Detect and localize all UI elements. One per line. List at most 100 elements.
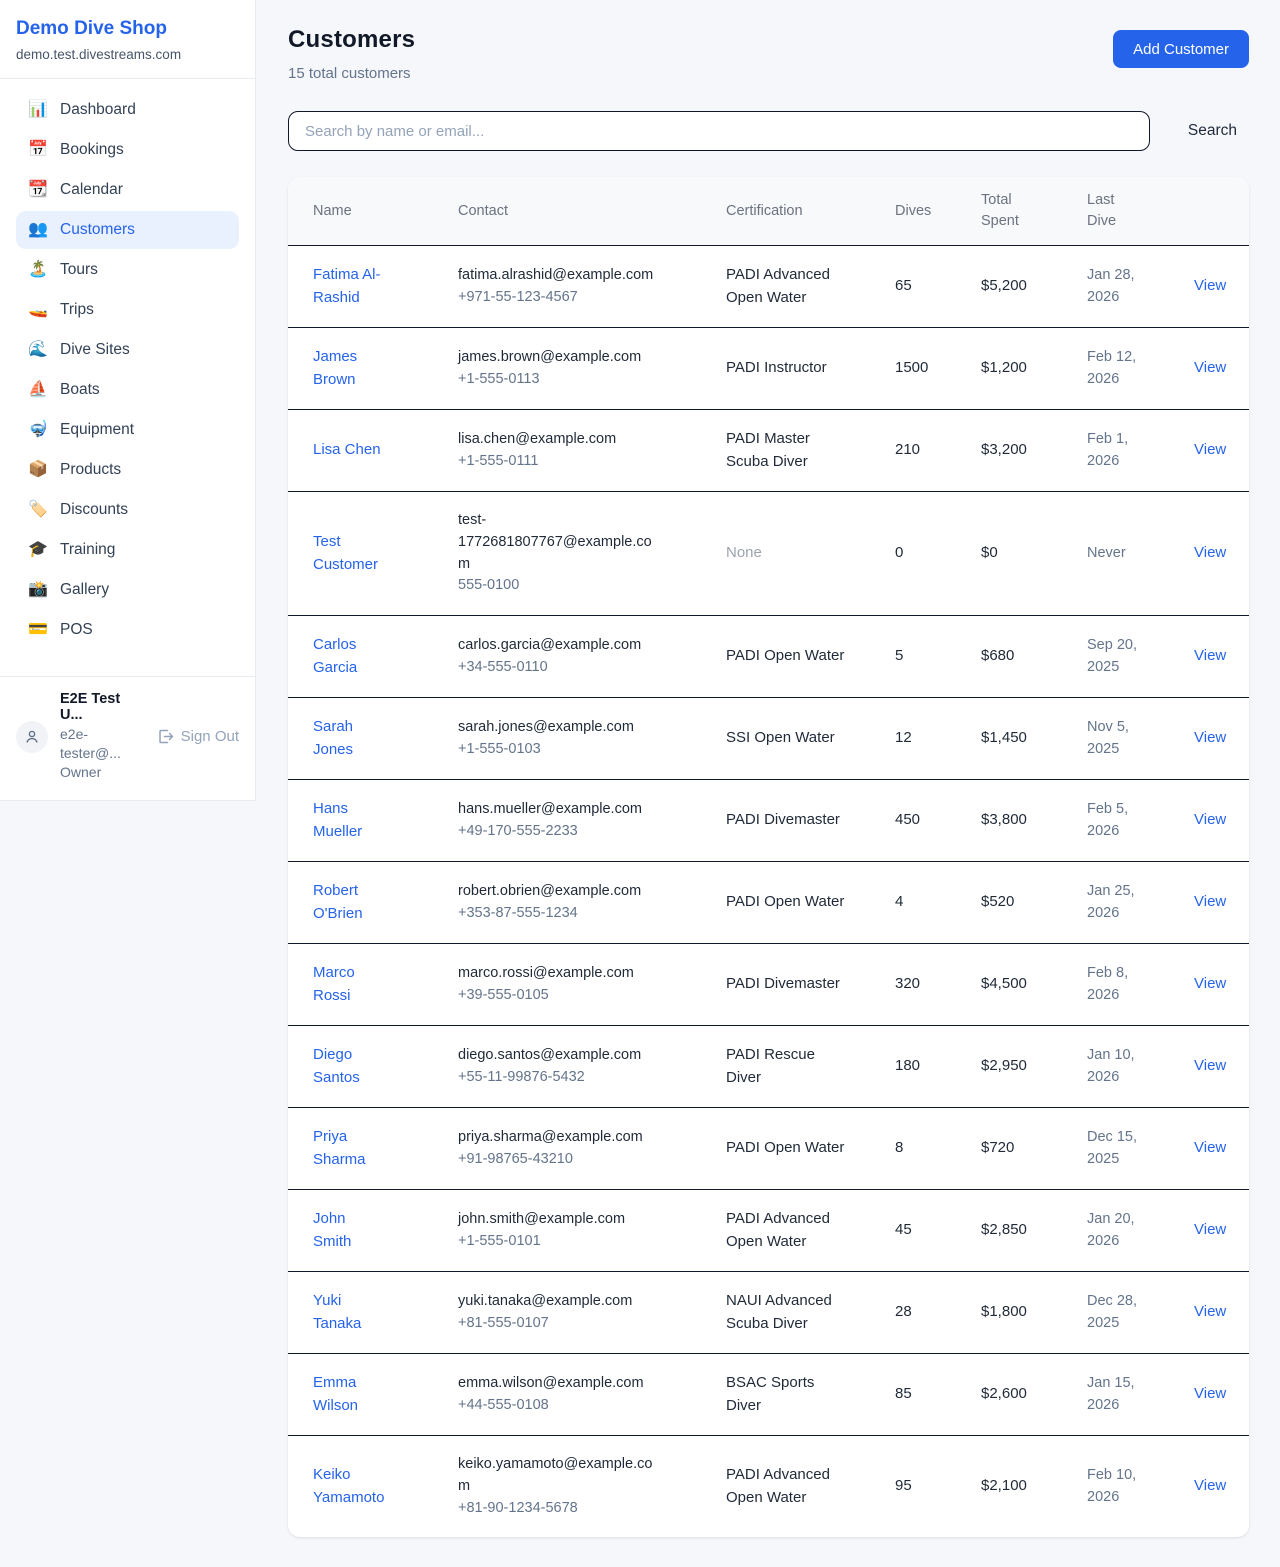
customer-certification: PADI Advanced Open Water xyxy=(726,1210,830,1250)
camera-icon: 📸 xyxy=(28,582,48,598)
col-header-contact: Contact xyxy=(433,177,701,246)
sidebar-item-trips[interactable]: 🚤 Trips xyxy=(16,291,239,329)
customer-email: diego.santos@example.com xyxy=(458,1045,656,1067)
customer-name-link[interactable]: Priya Sharma xyxy=(313,1128,366,1168)
customer-dives: 210 xyxy=(870,410,956,492)
customer-certification: None xyxy=(726,544,762,561)
table-body: Fatima Al-Rashid fatima.alrashid@example… xyxy=(288,246,1249,1538)
tag-icon: 🏷️ xyxy=(28,502,48,518)
customer-last-dive: Dec 28, 2025 xyxy=(1062,1272,1169,1354)
sidebar-item-gallery[interactable]: 📸 Gallery xyxy=(16,571,239,609)
customer-phone: +81-555-0107 xyxy=(458,1313,656,1335)
customer-last-dive: Jan 20, 2026 xyxy=(1062,1190,1169,1272)
view-customer-link[interactable]: View xyxy=(1194,811,1226,828)
sidebar-item-dashboard[interactable]: 📊 Dashboard xyxy=(16,91,239,129)
main-content: Customers 15 total customers Add Custome… xyxy=(256,0,1280,1567)
customer-name-link[interactable]: Sarah Jones xyxy=(313,718,353,758)
sidebar-item-products[interactable]: 📦 Products xyxy=(16,451,239,489)
sidebar-item-pos[interactable]: 💳 POS xyxy=(16,611,239,649)
add-customer-button[interactable]: Add Customer xyxy=(1113,30,1249,68)
customer-name-link[interactable]: James Brown xyxy=(313,348,357,388)
view-customer-link[interactable]: View xyxy=(1194,441,1226,458)
page-header: Customers 15 total customers Add Custome… xyxy=(288,26,1249,82)
sign-out-button[interactable]: Sign Out xyxy=(157,728,239,745)
view-customer-link[interactable]: View xyxy=(1194,1385,1226,1402)
customer-certification: PADI Open Water xyxy=(726,893,844,910)
view-customer-link[interactable]: View xyxy=(1194,1303,1226,1320)
customer-name-link[interactable]: Keiko Yamamoto xyxy=(313,1466,384,1506)
customer-name-link[interactable]: Yuki Tanaka xyxy=(313,1292,361,1332)
customer-name-link[interactable]: Lisa Chen xyxy=(313,441,381,458)
customer-total-spent: $2,600 xyxy=(956,1354,1062,1436)
customer-name-link[interactable]: John Smith xyxy=(313,1210,351,1250)
sidebar-item-dive-sites[interactable]: 🌊 Dive Sites xyxy=(16,331,239,369)
view-customer-link[interactable]: View xyxy=(1194,1057,1226,1074)
customer-dives: 0 xyxy=(870,492,956,616)
customer-dives: 45 xyxy=(870,1190,956,1272)
customer-phone: +1-555-0113 xyxy=(458,369,656,391)
view-customer-link[interactable]: View xyxy=(1194,277,1226,294)
view-customer-link[interactable]: View xyxy=(1194,647,1226,664)
col-header-certification: Certification xyxy=(701,177,870,246)
sidebar-item-customers[interactable]: 👥 Customers xyxy=(16,211,239,249)
customer-row: Yuki Tanaka yuki.tanaka@example.com +81-… xyxy=(288,1272,1249,1354)
customer-name-link[interactable]: Carlos Garcia xyxy=(313,636,357,676)
customer-name-link[interactable]: Robert O'Brien xyxy=(313,882,363,922)
sidebar-item-discounts[interactable]: 🏷️ Discounts xyxy=(16,491,239,529)
page-title-block: Customers 15 total customers xyxy=(288,26,415,82)
sign-out-icon xyxy=(157,728,174,745)
sidebar-item-bookings[interactable]: 📅 Bookings xyxy=(16,131,239,169)
customer-name-link[interactable]: Hans Mueller xyxy=(313,800,362,840)
people-icon: 👥 xyxy=(28,222,48,238)
view-customer-link[interactable]: View xyxy=(1194,544,1226,561)
customer-last-dive: Feb 1, 2026 xyxy=(1062,410,1169,492)
customer-email: carlos.garcia@example.com xyxy=(458,635,656,657)
sidebar-item-tours[interactable]: 🏝️ Tours xyxy=(16,251,239,289)
view-customer-link[interactable]: View xyxy=(1194,359,1226,376)
customer-row: Hans Mueller hans.mueller@example.com +4… xyxy=(288,780,1249,862)
customer-name-link[interactable]: Test Customer xyxy=(313,533,378,573)
customer-email: hans.mueller@example.com xyxy=(458,799,656,821)
col-header-total-spent: Total Spent xyxy=(956,177,1062,246)
customer-last-dive: Feb 12, 2026 xyxy=(1062,328,1169,410)
customer-last-dive: Feb 10, 2026 xyxy=(1062,1436,1169,1538)
customer-last-dive: Sep 20, 2025 xyxy=(1062,616,1169,698)
search-button[interactable]: Search xyxy=(1176,122,1249,140)
search-input[interactable] xyxy=(288,111,1150,151)
tearoff-calendar-icon: 📆 xyxy=(28,182,48,198)
sidebar-item-calendar[interactable]: 📆 Calendar xyxy=(16,171,239,209)
sidebar-item-equipment[interactable]: 🤿 Equipment xyxy=(16,411,239,449)
user-role: Owner xyxy=(60,763,145,782)
customer-certification: PADI Master Scuba Diver xyxy=(726,430,810,470)
sidebar-item-training[interactable]: 🎓 Training xyxy=(16,531,239,569)
view-customer-link[interactable]: View xyxy=(1194,893,1226,910)
customer-phone: +1-555-0111 xyxy=(458,451,656,473)
speedboat-icon: 🚤 xyxy=(28,302,48,318)
customer-name-link[interactable]: Diego Santos xyxy=(313,1046,360,1086)
view-customer-link[interactable]: View xyxy=(1194,1139,1226,1156)
sidebar-item-boats[interactable]: ⛵ Boats xyxy=(16,371,239,409)
customer-email: fatima.alrashid@example.com xyxy=(458,265,656,287)
avatar xyxy=(16,721,48,753)
customer-name-link[interactable]: Emma Wilson xyxy=(313,1374,358,1414)
customer-phone: +49-170-555-2233 xyxy=(458,821,656,843)
sign-out-label: Sign Out xyxy=(181,728,239,745)
customer-name-link[interactable]: Fatima Al-Rashid xyxy=(313,266,381,306)
customer-dives: 65 xyxy=(870,246,956,328)
view-customer-link[interactable]: View xyxy=(1194,729,1226,746)
view-customer-link[interactable]: View xyxy=(1194,975,1226,992)
col-header-last-dive: Last Dive xyxy=(1062,177,1169,246)
view-customer-link[interactable]: View xyxy=(1194,1477,1226,1494)
customer-dives: 180 xyxy=(870,1026,956,1108)
customer-dives: 28 xyxy=(870,1272,956,1354)
customer-row: Robert O'Brien robert.obrien@example.com… xyxy=(288,862,1249,944)
customer-total-spent: $0 xyxy=(956,492,1062,616)
customer-dives: 95 xyxy=(870,1436,956,1538)
customer-certification: PADI Divemaster xyxy=(726,811,840,828)
customer-total-spent: $5,200 xyxy=(956,246,1062,328)
customer-email: lisa.chen@example.com xyxy=(458,429,656,451)
view-customer-link[interactable]: View xyxy=(1194,1221,1226,1238)
col-header-dives: Dives xyxy=(870,177,956,246)
customer-name-link[interactable]: Marco Rossi xyxy=(313,964,355,1004)
bar-chart-icon: 📊 xyxy=(28,102,48,118)
